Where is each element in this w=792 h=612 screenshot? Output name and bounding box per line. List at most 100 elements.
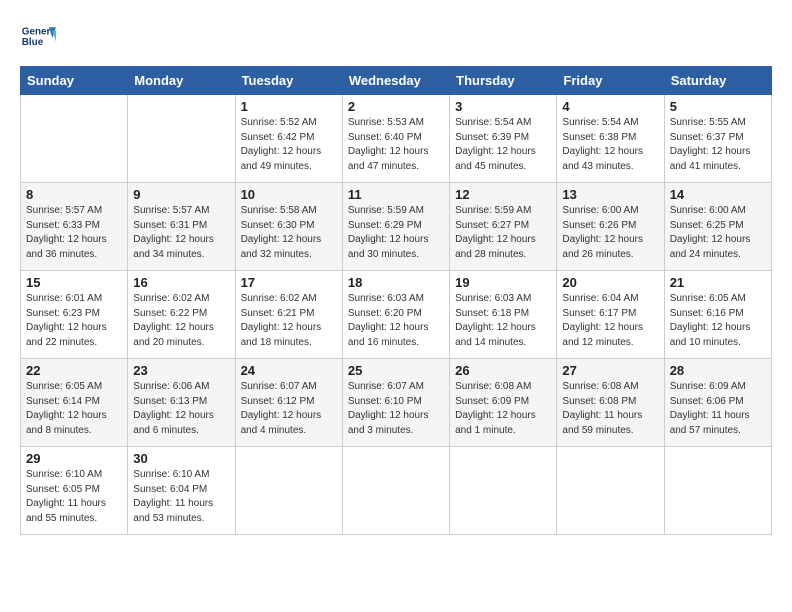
day-number: 29 bbox=[26, 451, 122, 466]
day-info: Sunrise: 6:09 AMSunset: 6:06 PMDaylight:… bbox=[670, 381, 750, 436]
day-number: 3 bbox=[455, 99, 551, 114]
weekday-header-saturday: Saturday bbox=[664, 67, 771, 95]
day-number: 24 bbox=[241, 363, 337, 378]
calendar-cell: 9 Sunrise: 5:57 AMSunset: 6:31 PMDayligh… bbox=[128, 183, 235, 271]
day-info: Sunrise: 5:55 AMSunset: 6:37 PMDaylight:… bbox=[670, 117, 751, 172]
calendar-cell: 21 Sunrise: 6:05 AMSunset: 6:16 PMDaylig… bbox=[664, 271, 771, 359]
day-number: 4 bbox=[562, 99, 658, 114]
day-info: Sunrise: 6:10 AMSunset: 6:05 PMDaylight:… bbox=[26, 469, 106, 524]
calendar-cell bbox=[235, 447, 342, 535]
calendar-cell: 25 Sunrise: 6:07 AMSunset: 6:10 PMDaylig… bbox=[342, 359, 449, 447]
day-number: 17 bbox=[241, 275, 337, 290]
day-number: 20 bbox=[562, 275, 658, 290]
page-header: General Blue bbox=[20, 20, 772, 56]
weekday-header-thursday: Thursday bbox=[450, 67, 557, 95]
calendar-cell: 8 Sunrise: 5:57 AMSunset: 6:33 PMDayligh… bbox=[21, 183, 128, 271]
day-info: Sunrise: 5:52 AMSunset: 6:42 PMDaylight:… bbox=[241, 117, 322, 172]
calendar-cell: 14 Sunrise: 6:00 AMSunset: 6:25 PMDaylig… bbox=[664, 183, 771, 271]
calendar-cell: 13 Sunrise: 6:00 AMSunset: 6:26 PMDaylig… bbox=[557, 183, 664, 271]
calendar-cell: 1 Sunrise: 5:52 AMSunset: 6:42 PMDayligh… bbox=[235, 95, 342, 183]
day-info: Sunrise: 6:05 AMSunset: 6:14 PMDaylight:… bbox=[26, 381, 107, 436]
calendar-cell bbox=[450, 447, 557, 535]
day-number: 21 bbox=[670, 275, 766, 290]
day-info: Sunrise: 5:57 AMSunset: 6:31 PMDaylight:… bbox=[133, 205, 214, 260]
day-number: 2 bbox=[348, 99, 444, 114]
weekday-header-wednesday: Wednesday bbox=[342, 67, 449, 95]
logo: General Blue bbox=[20, 20, 56, 56]
week-row-4: 22 Sunrise: 6:05 AMSunset: 6:14 PMDaylig… bbox=[21, 359, 772, 447]
day-info: Sunrise: 6:03 AMSunset: 6:20 PMDaylight:… bbox=[348, 293, 429, 348]
calendar-header-row: SundayMondayTuesdayWednesdayThursdayFrid… bbox=[21, 67, 772, 95]
day-number: 13 bbox=[562, 187, 658, 202]
day-number: 14 bbox=[670, 187, 766, 202]
day-number: 19 bbox=[455, 275, 551, 290]
day-number: 25 bbox=[348, 363, 444, 378]
day-number: 10 bbox=[241, 187, 337, 202]
day-number: 18 bbox=[348, 275, 444, 290]
calendar-cell: 18 Sunrise: 6:03 AMSunset: 6:20 PMDaylig… bbox=[342, 271, 449, 359]
day-number: 30 bbox=[133, 451, 229, 466]
day-info: Sunrise: 6:04 AMSunset: 6:17 PMDaylight:… bbox=[562, 293, 643, 348]
day-info: Sunrise: 5:54 AMSunset: 6:39 PMDaylight:… bbox=[455, 117, 536, 172]
day-number: 26 bbox=[455, 363, 551, 378]
day-number: 11 bbox=[348, 187, 444, 202]
calendar-cell: 26 Sunrise: 6:08 AMSunset: 6:09 PMDaylig… bbox=[450, 359, 557, 447]
day-info: Sunrise: 6:07 AMSunset: 6:10 PMDaylight:… bbox=[348, 381, 429, 436]
svg-text:Blue: Blue bbox=[22, 37, 44, 48]
calendar-cell: 20 Sunrise: 6:04 AMSunset: 6:17 PMDaylig… bbox=[557, 271, 664, 359]
calendar-cell: 17 Sunrise: 6:02 AMSunset: 6:21 PMDaylig… bbox=[235, 271, 342, 359]
calendar-cell: 19 Sunrise: 6:03 AMSunset: 6:18 PMDaylig… bbox=[450, 271, 557, 359]
day-info: Sunrise: 6:02 AMSunset: 6:22 PMDaylight:… bbox=[133, 293, 214, 348]
calendar-cell: 16 Sunrise: 6:02 AMSunset: 6:22 PMDaylig… bbox=[128, 271, 235, 359]
calendar-cell: 5 Sunrise: 5:55 AMSunset: 6:37 PMDayligh… bbox=[664, 95, 771, 183]
calendar-cell: 29 Sunrise: 6:10 AMSunset: 6:05 PMDaylig… bbox=[21, 447, 128, 535]
weekday-header-friday: Friday bbox=[557, 67, 664, 95]
calendar-cell: 24 Sunrise: 6:07 AMSunset: 6:12 PMDaylig… bbox=[235, 359, 342, 447]
day-info: Sunrise: 5:53 AMSunset: 6:40 PMDaylight:… bbox=[348, 117, 429, 172]
calendar-cell bbox=[128, 95, 235, 183]
weekday-header-tuesday: Tuesday bbox=[235, 67, 342, 95]
day-number: 23 bbox=[133, 363, 229, 378]
calendar-cell: 12 Sunrise: 5:59 AMSunset: 6:27 PMDaylig… bbox=[450, 183, 557, 271]
logo-icon: General Blue bbox=[20, 20, 56, 56]
calendar-cell: 30 Sunrise: 6:10 AMSunset: 6:04 PMDaylig… bbox=[128, 447, 235, 535]
day-number: 9 bbox=[133, 187, 229, 202]
day-info: Sunrise: 6:00 AMSunset: 6:25 PMDaylight:… bbox=[670, 205, 751, 260]
day-info: Sunrise: 6:10 AMSunset: 6:04 PMDaylight:… bbox=[133, 469, 213, 524]
week-row-2: 8 Sunrise: 5:57 AMSunset: 6:33 PMDayligh… bbox=[21, 183, 772, 271]
calendar-cell: 23 Sunrise: 6:06 AMSunset: 6:13 PMDaylig… bbox=[128, 359, 235, 447]
week-row-5: 29 Sunrise: 6:10 AMSunset: 6:05 PMDaylig… bbox=[21, 447, 772, 535]
calendar-cell bbox=[21, 95, 128, 183]
calendar-cell: 27 Sunrise: 6:08 AMSunset: 6:08 PMDaylig… bbox=[557, 359, 664, 447]
day-info: Sunrise: 6:07 AMSunset: 6:12 PMDaylight:… bbox=[241, 381, 322, 436]
calendar-cell: 2 Sunrise: 5:53 AMSunset: 6:40 PMDayligh… bbox=[342, 95, 449, 183]
day-info: Sunrise: 5:59 AMSunset: 6:29 PMDaylight:… bbox=[348, 205, 429, 260]
week-row-1: 1 Sunrise: 5:52 AMSunset: 6:42 PMDayligh… bbox=[21, 95, 772, 183]
calendar-cell: 15 Sunrise: 6:01 AMSunset: 6:23 PMDaylig… bbox=[21, 271, 128, 359]
weekday-header-monday: Monday bbox=[128, 67, 235, 95]
day-number: 15 bbox=[26, 275, 122, 290]
day-info: Sunrise: 6:01 AMSunset: 6:23 PMDaylight:… bbox=[26, 293, 107, 348]
day-info: Sunrise: 5:59 AMSunset: 6:27 PMDaylight:… bbox=[455, 205, 536, 260]
calendar-cell: 11 Sunrise: 5:59 AMSunset: 6:29 PMDaylig… bbox=[342, 183, 449, 271]
day-number: 28 bbox=[670, 363, 766, 378]
day-info: Sunrise: 5:54 AMSunset: 6:38 PMDaylight:… bbox=[562, 117, 643, 172]
day-number: 8 bbox=[26, 187, 122, 202]
day-info: Sunrise: 6:00 AMSunset: 6:26 PMDaylight:… bbox=[562, 205, 643, 260]
calendar-cell bbox=[342, 447, 449, 535]
day-info: Sunrise: 6:02 AMSunset: 6:21 PMDaylight:… bbox=[241, 293, 322, 348]
weekday-header-sunday: Sunday bbox=[21, 67, 128, 95]
calendar-cell: 22 Sunrise: 6:05 AMSunset: 6:14 PMDaylig… bbox=[21, 359, 128, 447]
day-number: 16 bbox=[133, 275, 229, 290]
day-number: 27 bbox=[562, 363, 658, 378]
day-number: 22 bbox=[26, 363, 122, 378]
day-info: Sunrise: 6:03 AMSunset: 6:18 PMDaylight:… bbox=[455, 293, 536, 348]
calendar-cell: 28 Sunrise: 6:09 AMSunset: 6:06 PMDaylig… bbox=[664, 359, 771, 447]
day-info: Sunrise: 6:05 AMSunset: 6:16 PMDaylight:… bbox=[670, 293, 751, 348]
day-info: Sunrise: 6:06 AMSunset: 6:13 PMDaylight:… bbox=[133, 381, 214, 436]
calendar-cell bbox=[664, 447, 771, 535]
day-info: Sunrise: 5:58 AMSunset: 6:30 PMDaylight:… bbox=[241, 205, 322, 260]
day-number: 5 bbox=[670, 99, 766, 114]
day-number: 12 bbox=[455, 187, 551, 202]
week-row-3: 15 Sunrise: 6:01 AMSunset: 6:23 PMDaylig… bbox=[21, 271, 772, 359]
